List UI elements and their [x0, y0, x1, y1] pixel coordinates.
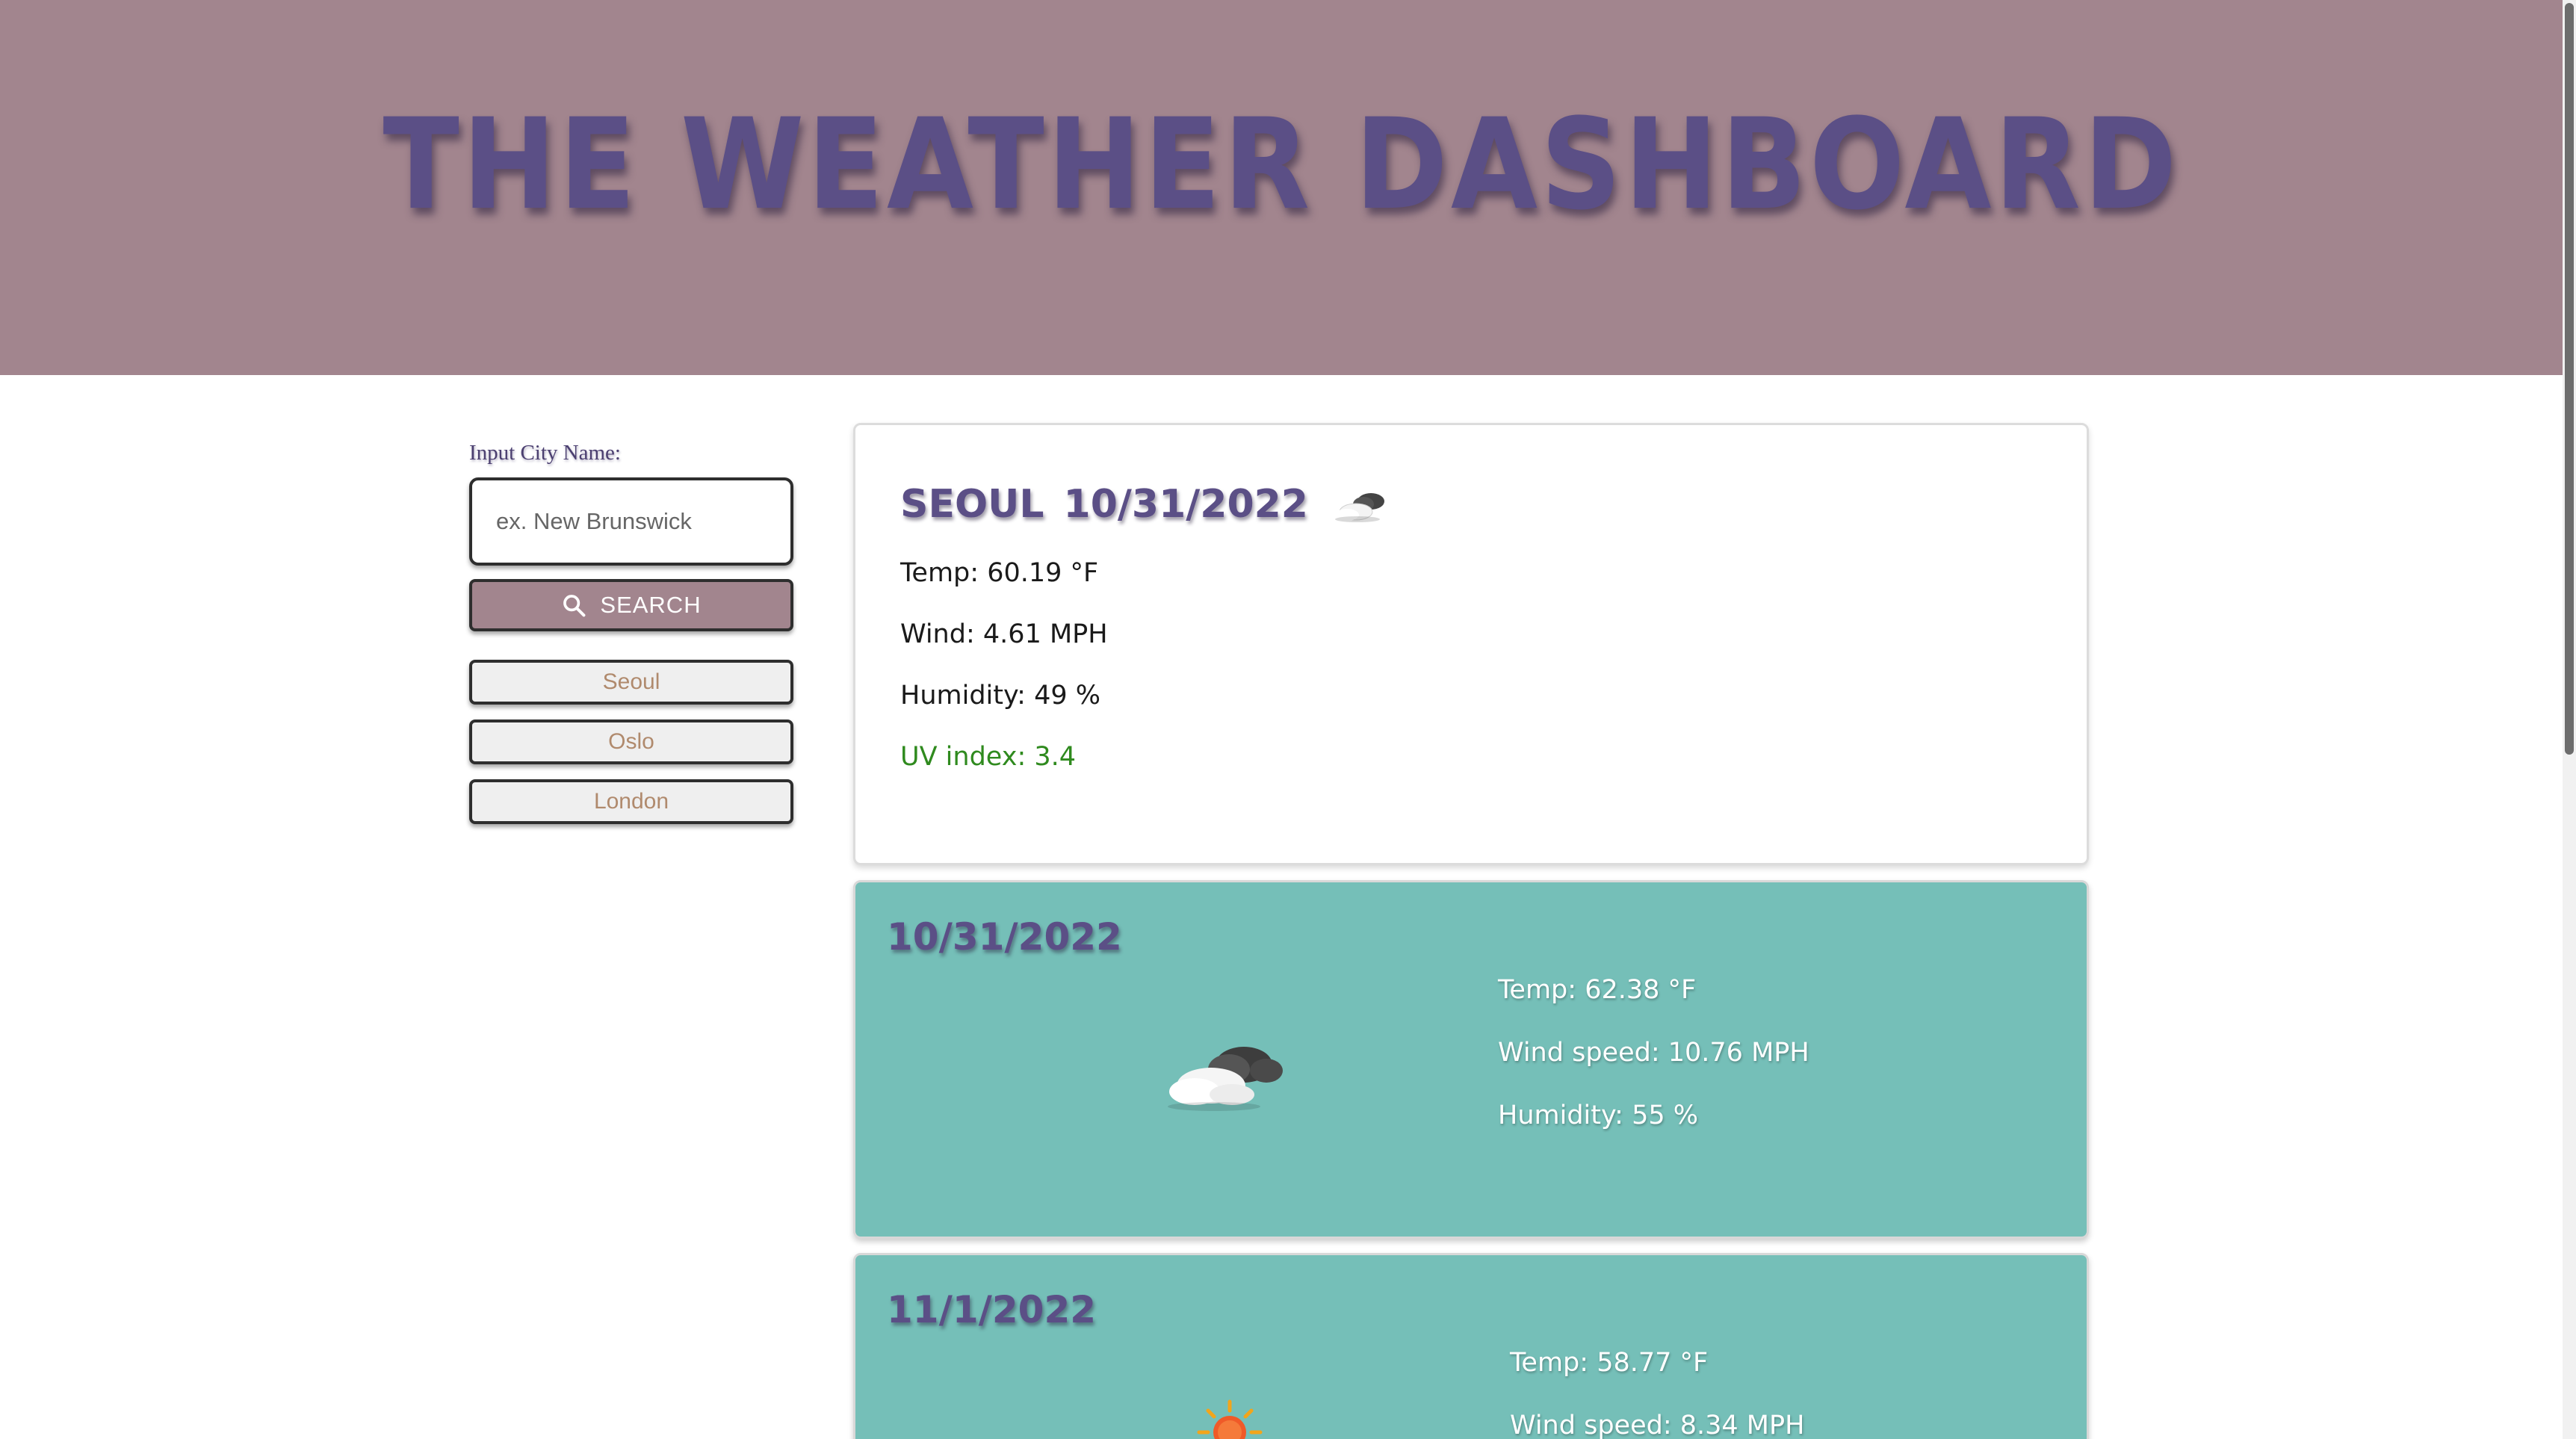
forecast-card: 10/31/2022 Temp: 62.38 °F Wind speed: 10…: [853, 880, 2089, 1239]
history-button-seoul[interactable]: Seoul: [469, 660, 793, 705]
current-wind: Wind: 4.61 MPH: [900, 619, 2087, 649]
current-temp-value: 60.19 °F: [987, 558, 1099, 588]
search-history: Seoul Oslo London: [469, 660, 793, 824]
city-search-input[interactable]: [469, 477, 793, 566]
current-weather-title: SEOUL 10/31/2022: [900, 482, 2087, 527]
forecast-temp: Temp: 62.38 °F: [1498, 975, 1697, 1005]
current-uv-index: UV index: 3.4: [900, 742, 1077, 772]
history-button-london[interactable]: London: [469, 779, 793, 824]
search-button[interactable]: SEARCH: [469, 579, 793, 631]
current-humidity: Humidity: 49 %: [900, 681, 2087, 711]
forecast-date: 10/31/2022: [887, 915, 1122, 959]
current-wind-label: Wind:: [900, 619, 975, 649]
current-weather-card: SEOUL 10/31/2022 Temp: 60.19 °F Wind: 4.…: [853, 423, 2089, 865]
forecast-stats: Temp: 58.77 °F Wind speed: 8.34 MPH: [1510, 1348, 1804, 1439]
current-temp: Temp: 60.19 °F: [900, 558, 2087, 588]
forecast-wind: Wind speed: 10.76 MPH: [1498, 1038, 1809, 1068]
history-button-oslo[interactable]: Oslo: [469, 720, 793, 764]
current-date: 10/31/2022: [1063, 482, 1308, 527]
clouds-icon: [1168, 1047, 1283, 1111]
page-header: THE WEATHER DASHBOARD: [0, 0, 2563, 375]
current-humidity-label: Humidity:: [900, 681, 1026, 711]
forecast-wind: Wind speed: 8.34 MPH: [1510, 1411, 1805, 1439]
current-city: SEOUL: [900, 482, 1044, 527]
current-humidity-value: 49 %: [1034, 681, 1101, 711]
city-input-label: Input City Name:: [469, 441, 621, 465]
forecast-stats: Temp: 62.38 °F Wind speed: 10.76 MPH Hum…: [1498, 975, 1809, 1163]
sun-icon: [1197, 1399, 1263, 1439]
forecast-humidity: Humidity: 55 %: [1498, 1101, 1698, 1130]
search-icon: [563, 595, 586, 617]
page-title: THE WEATHER DASHBOARD: [383, 92, 2180, 238]
forecast-temp: Temp: 58.77 °F: [1510, 1348, 1709, 1378]
forecast-date: 11/1/2022: [887, 1288, 1097, 1331]
current-wind-value: 4.61 MPH: [982, 619, 1108, 649]
search-button-label: SEARCH: [600, 592, 702, 618]
search-sidebar: Input City Name: SEARCH Seoul Oslo Londo…: [469, 441, 793, 839]
cloud-sun-icon: [1334, 493, 1384, 522]
current-temp-label: Temp:: [900, 558, 979, 588]
scrollbar-thumb[interactable]: [2565, 3, 2574, 755]
forecast-card: 11/1/2022 Temp: 58.77 °F Wind speed: 8.3…: [853, 1253, 2089, 1439]
scrollbar[interactable]: [2563, 0, 2576, 1439]
